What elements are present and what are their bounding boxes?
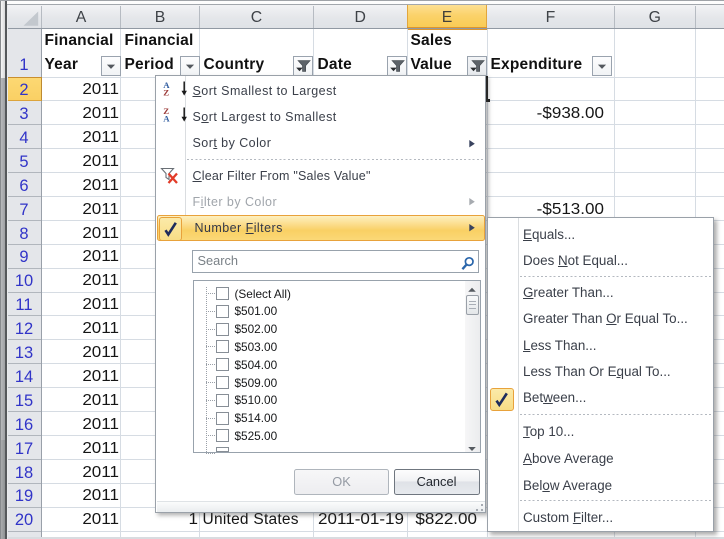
svg-text:A: A xyxy=(163,114,170,124)
svg-text:Z: Z xyxy=(163,88,169,98)
